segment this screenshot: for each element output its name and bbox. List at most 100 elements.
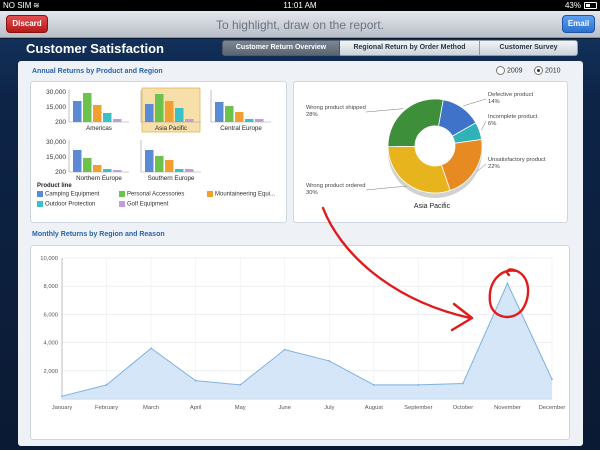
report-viewer: Customer Satisfaction Customer Return Ov… (0, 39, 600, 450)
y-tick-label: 30,000 (46, 139, 66, 146)
slice-percent: 6% (488, 121, 496, 127)
annotation-toolbar: Discard To highlight, draw on the report… (0, 11, 600, 38)
bar (165, 160, 174, 172)
slice-leader-line (463, 98, 487, 107)
bar-chart-panel: 30,000 15,000 200 Americas Asia Pacific Centr… (30, 81, 287, 223)
toolbar-instruction: To highlight, draw on the report. (215, 18, 385, 32)
legend-label: Outdoor Protection (45, 201, 96, 208)
x-tick-label: July (324, 405, 334, 411)
legend-item[interactable]: Personal Accessories (119, 191, 207, 198)
x-tick-label: February (95, 405, 118, 411)
bar (103, 113, 112, 122)
donut-hole (415, 126, 455, 166)
slice-percent: 22% (488, 164, 500, 170)
y-tick-label: 8,000 (43, 284, 58, 290)
bar (235, 112, 244, 122)
x-tick-label: January (52, 405, 73, 411)
x-tick-label: November (494, 405, 521, 411)
section-title-monthly-returns: Monthly Returns by Region and Reason (32, 231, 165, 238)
slice-leader-line (365, 185, 407, 191)
product-line-legend: Camping Equipment Personal Accessories M… (37, 191, 285, 207)
slice-leader-line (365, 108, 404, 113)
y-tick-label: 30,000 (46, 89, 66, 96)
bar (155, 94, 164, 122)
tab-customer-survey[interactable]: Customer Survey (480, 40, 578, 56)
legend-title: Product line (37, 183, 72, 189)
year-radio-2010[interactable]: 2010 (534, 66, 561, 75)
year-label: 2010 (545, 67, 561, 75)
legend-label: Mountaineering Equi... (215, 191, 276, 198)
y-tick-label: 200 (55, 169, 66, 176)
x-tick-label: June (278, 405, 291, 411)
x-tick-label: September (404, 405, 432, 411)
legend-swatch (119, 200, 125, 207)
clock-label: 11:01 AM (283, 1, 317, 10)
year-radio-2009[interactable]: 2009 (496, 66, 523, 75)
bar (245, 119, 254, 122)
tab-regional-return-by-order-method[interactable]: Regional Return by Order Method (340, 40, 480, 56)
bar (83, 158, 92, 172)
bar (215, 102, 224, 122)
bar (113, 119, 122, 122)
legend-label: Camping Equipment (45, 191, 100, 198)
slice-percent: 28% (306, 112, 318, 118)
x-tick-label: May (235, 405, 246, 411)
return-reason-donut-chart: Defective product14% Incomplete product6%… (306, 92, 546, 210)
data-point (150, 347, 152, 350)
donut-title: Asia Pacific (414, 203, 451, 210)
bar (145, 150, 154, 172)
legend-swatch (37, 191, 43, 197)
region-chart-southern-europe: Southern Europe (140, 140, 201, 182)
data-point (328, 360, 331, 362)
bar (185, 119, 194, 122)
bar (73, 150, 82, 172)
y-tick-label: 15,000 (46, 104, 66, 111)
region-chart-asia-pacific: Asia Pacific (140, 87, 201, 133)
report-tabs: Customer Return Overview Regional Return… (222, 40, 578, 56)
x-tick-label: December (539, 405, 566, 411)
battery-icon (584, 2, 597, 9)
slice-label: Unsatisfactory product (488, 157, 546, 163)
monthly-returns-area-chart: 2,000 4,000 6,000 8,000 10,000 January Februar… (40, 256, 566, 411)
data-point (105, 384, 108, 386)
x-tick-label: March (143, 405, 159, 411)
legend-swatch (207, 191, 213, 197)
bar (83, 93, 92, 122)
y-tick-label: 6,000 (43, 312, 58, 318)
battery-percent: 43% (564, 1, 581, 10)
bar (175, 169, 184, 172)
email-button[interactable]: Email (562, 15, 595, 33)
legend-label: Personal Accessories (127, 191, 185, 198)
y-tick-label: 4,000 (43, 341, 58, 347)
region-label: Central Europe (220, 125, 262, 132)
y-tick-label: 15,000 (46, 154, 66, 161)
legend-item[interactable]: Mountaineering Equi... (207, 191, 285, 198)
area-fill (62, 283, 552, 399)
bar (185, 169, 194, 172)
area-chart-panel: 2,000 4,000 6,000 8,000 10,000 January Februar… (30, 245, 570, 440)
data-point (283, 348, 286, 351)
bar (255, 119, 264, 122)
region-label: Asia Pacific (155, 125, 187, 132)
tab-customer-return-overview[interactable]: Customer Return Overview (222, 40, 340, 56)
page-title: Customer Satisfaction (26, 41, 164, 56)
y-tick-label: 2,000 (43, 369, 58, 375)
data-point (372, 384, 375, 386)
y-tick-label: 10,000 (40, 256, 58, 262)
slice-leader-line (481, 120, 487, 131)
bar (93, 165, 102, 172)
bar (93, 105, 102, 122)
region-chart-northern-europe: 30,000 15,000 200 Northern Europe (46, 139, 129, 182)
data-point (239, 384, 242, 386)
region-chart-americas: 30,000 15,000 200 Americas (46, 89, 129, 132)
legend-item[interactable]: Golf Equipment (119, 200, 207, 207)
legend-item[interactable]: Outdoor Protection (37, 200, 119, 208)
legend-swatch (119, 191, 125, 197)
year-label: 2009 (507, 67, 523, 75)
bar (225, 106, 234, 122)
region-label: Southern Europe (148, 175, 195, 182)
slice-percent: 30% (306, 190, 318, 196)
bar (145, 104, 154, 122)
legend-item[interactable]: Camping Equipment (37, 191, 119, 198)
y-tick-label: 200 (55, 119, 66, 126)
